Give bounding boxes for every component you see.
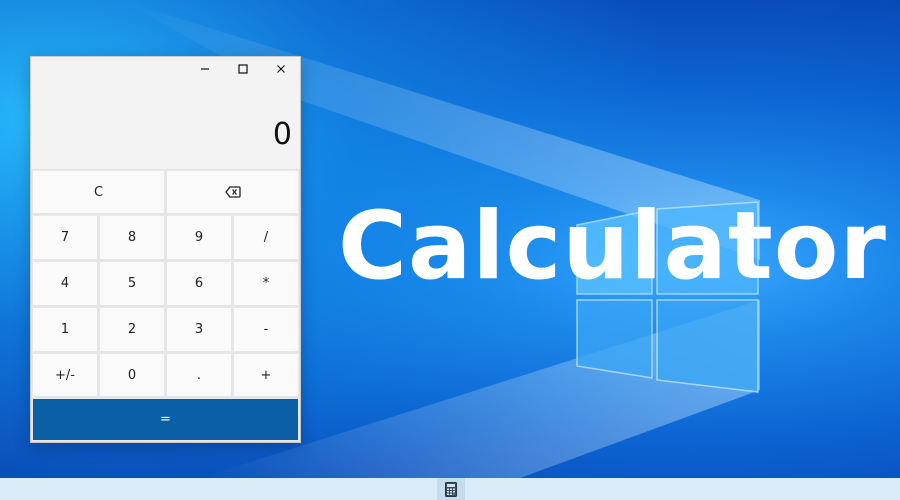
multiply-button[interactable]: *	[234, 262, 298, 305]
display: 0	[31, 81, 300, 169]
calculator-window: 0 C 7 8 9 / 4 5 6 * 1 2 3 - +/- 0 . + =	[31, 57, 300, 442]
key-6[interactable]: 6	[167, 262, 231, 305]
minimize-icon	[201, 68, 209, 70]
equals-button[interactable]: =	[33, 399, 298, 440]
add-button[interactable]: +	[234, 354, 298, 396]
decimal-button[interactable]: .	[167, 354, 231, 396]
key-2[interactable]: 2	[100, 308, 164, 351]
key-8[interactable]: 8	[100, 216, 164, 259]
key-5[interactable]: 5	[100, 262, 164, 305]
divide-button[interactable]: /	[234, 216, 298, 259]
display-value: 0	[272, 117, 292, 152]
key-3[interactable]: 3	[167, 308, 231, 351]
key-7[interactable]: 7	[33, 216, 97, 259]
key-1[interactable]: 1	[33, 308, 97, 351]
hero-title: Calculator	[338, 192, 887, 301]
subtract-button[interactable]: -	[234, 308, 298, 351]
key-0[interactable]: 0	[100, 354, 164, 396]
maximize-button[interactable]	[224, 57, 262, 81]
minimize-button[interactable]	[186, 57, 224, 81]
backspace-button[interactable]	[167, 171, 298, 213]
title-bar[interactable]	[31, 57, 300, 81]
close-button[interactable]	[262, 57, 300, 81]
maximize-icon	[238, 64, 248, 74]
key-4[interactable]: 4	[33, 262, 97, 305]
taskbar-calculator-button[interactable]	[437, 478, 465, 500]
backspace-icon	[224, 186, 241, 198]
negate-button[interactable]: +/-	[33, 354, 97, 396]
key-9[interactable]: 9	[167, 216, 231, 259]
close-icon	[277, 65, 285, 73]
taskbar	[0, 478, 900, 500]
calculator-icon	[445, 481, 457, 497]
clear-button[interactable]: C	[33, 171, 164, 213]
